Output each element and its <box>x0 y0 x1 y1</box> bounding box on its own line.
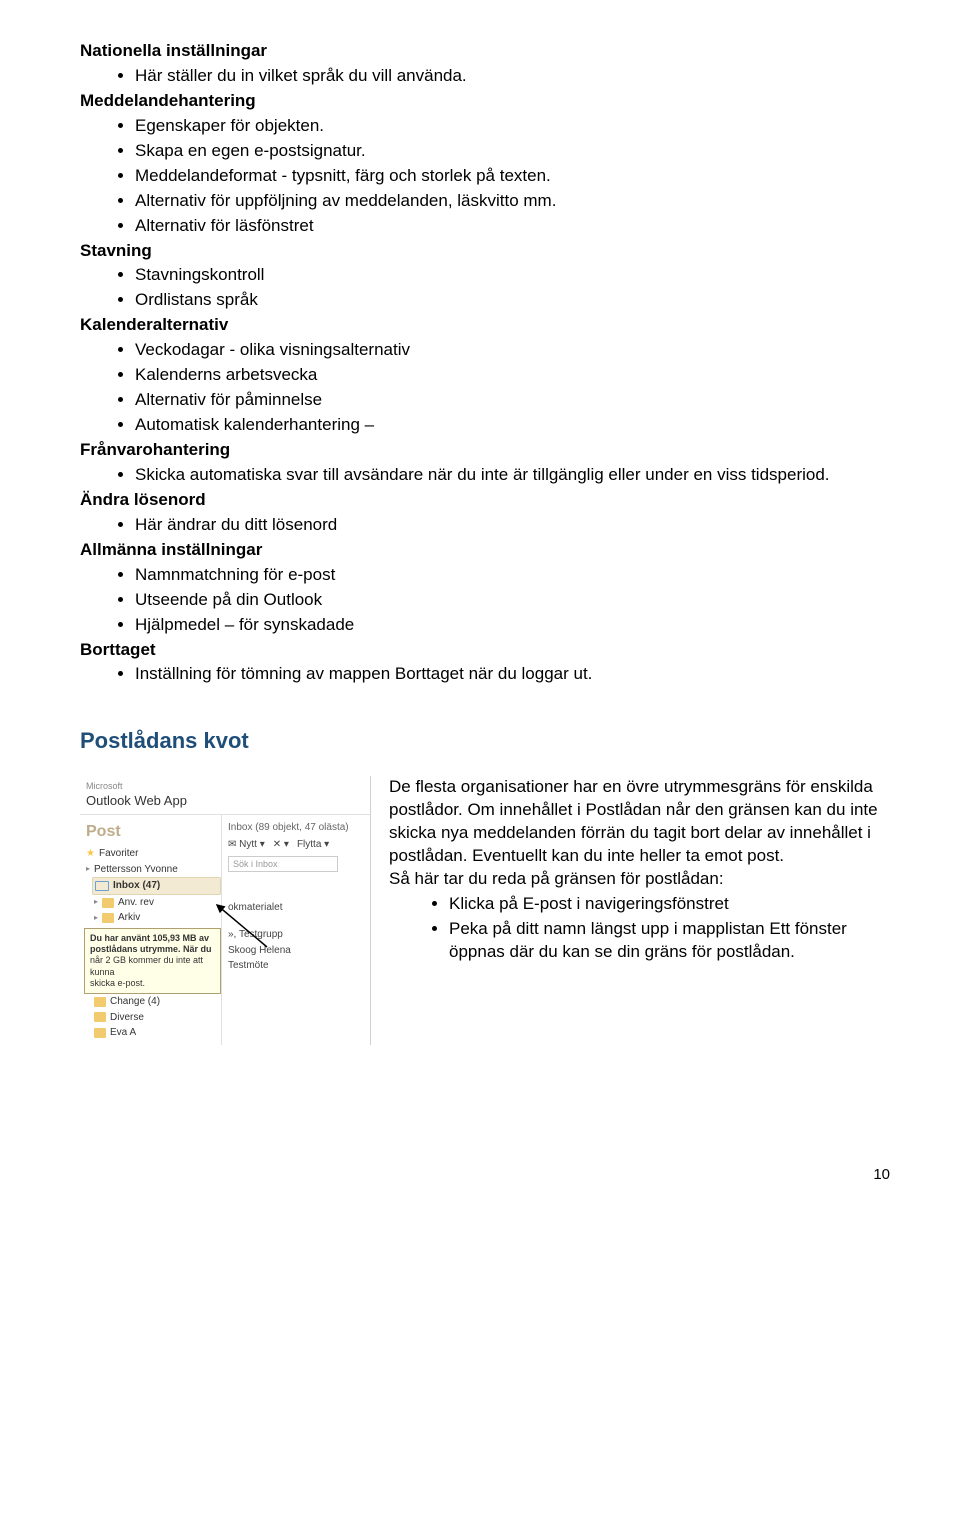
list-item[interactable]: okmaterialet <box>228 900 364 916</box>
list-item: Alternativ för läsfönstret <box>135 215 900 238</box>
tooltip-line: postlådans utrymme. När du <box>90 944 212 954</box>
page-number: 10 <box>80 1165 900 1185</box>
inbox-node[interactable]: Inbox (47) <box>92 877 221 895</box>
list-item: Stavningskontroll <box>135 264 900 287</box>
caret-icon: ▸ <box>94 913 98 924</box>
search-input[interactable]: Sök i Inbox <box>228 856 338 872</box>
user-node[interactable]: ▸ Pettersson Yvonne <box>84 862 221 878</box>
owa-logo-text: Outlook Web App <box>86 792 187 810</box>
post-section-label: Post <box>84 819 221 847</box>
toolbar-delete[interactable]: ✕ ▾ <box>273 838 289 852</box>
list-item: Kalenderns arbetsvecka <box>135 364 900 387</box>
kvot-description: De flesta organisationer har en övre utr… <box>389 776 900 966</box>
list-item: Egenskaper för objekten. <box>135 115 900 138</box>
toolbar-new[interactable]: ✉ Nytt ▾ <box>228 838 265 852</box>
folder-label: Change (4) <box>110 995 160 1009</box>
heading-meddelande: Meddelandehantering <box>80 90 900 113</box>
folder-item[interactable]: ▸ Anv. rev <box>92 895 221 911</box>
folder-icon <box>94 1028 106 1038</box>
inbox-label: Inbox (47) <box>113 879 160 893</box>
folder-item[interactable]: Diverse <box>92 1010 221 1026</box>
favorites-item[interactable]: ★ Favoriter <box>84 846 221 862</box>
folder-label: Arkiv <box>118 911 140 925</box>
ms-logo-text: Microsoft <box>86 780 187 792</box>
folder-icon <box>102 898 114 908</box>
heading-stavning: Stavning <box>80 240 900 263</box>
kvot-paragraph-2: Så här tar du reda på gränsen för postlå… <box>389 868 900 891</box>
list-allmanna: Namnmatchning för e-post Utseende på din… <box>80 564 900 637</box>
kvot-paragraph-1: De flesta organisationer har en övre utr… <box>389 776 900 868</box>
folder-label: Diverse <box>110 1011 144 1025</box>
folder-item[interactable]: ▸ Arkiv <box>92 910 221 926</box>
list-item: Klicka på E-post i navigeringsfönstret <box>449 893 900 916</box>
list-item: Meddelandeformat - typsnitt, färg och st… <box>135 165 900 188</box>
kvot-steps-list: Klicka på E-post i navigeringsfönstret P… <box>389 893 900 964</box>
inbox-icon <box>95 881 109 891</box>
user-label: Pettersson Yvonne <box>94 863 178 877</box>
list-item: Peka på ditt namn längst upp i mapplista… <box>449 918 900 964</box>
list-item: Veckodagar - olika visningsalternativ <box>135 339 900 362</box>
tooltip-line: skicka e-post. <box>90 978 145 988</box>
section-nationella: Nationella inställningar Här ställer du … <box>80 40 900 88</box>
list-losenord: Här ändrar du ditt lösenord <box>80 514 900 537</box>
heading-kalender: Kalenderalternativ <box>80 314 900 337</box>
list-item: Utseende på din Outlook <box>135 589 900 612</box>
heading-losenord: Ändra lösenord <box>80 489 900 512</box>
outlook-screenshot: Microsoft Outlook Web App Post ★ Favorit… <box>80 776 371 1045</box>
list-item: Ordlistans språk <box>135 289 900 312</box>
caret-icon: ▸ <box>86 864 90 875</box>
list-nationella: Här ställer du in vilket språk du vill a… <box>80 65 900 88</box>
section-borttaget: Borttaget Inställning för tömning av map… <box>80 639 900 687</box>
section-losenord: Ändra lösenord Här ändrar du ditt löseno… <box>80 489 900 537</box>
favorites-label: Favoriter <box>99 847 138 861</box>
list-item: Skicka automatiska svar till avsändare n… <box>135 464 900 487</box>
section-allmanna: Allmänna inställningar Namnmatchning för… <box>80 539 900 637</box>
list-stavning: Stavningskontroll Ordlistans språk <box>80 264 900 312</box>
heading-franvaro: Frånvarohantering <box>80 439 900 462</box>
section-franvaro: Frånvarohantering Skicka automatiska sva… <box>80 439 900 487</box>
list-item[interactable]: Skoog Helena <box>228 943 364 959</box>
caret-icon: ▸ <box>94 897 98 908</box>
heading-postladans-kvot: Postlådans kvot <box>80 726 900 756</box>
list-franvaro: Skicka automatiska svar till avsändare n… <box>80 464 900 487</box>
folder-icon <box>102 913 114 923</box>
section-kalender: Kalenderalternativ Veckodagar - olika vi… <box>80 314 900 437</box>
list-item[interactable]: Testmöte <box>228 958 364 974</box>
folder-label: Eva A <box>110 1026 136 1040</box>
list-item: Hjälpmedel – för synskadade <box>135 614 900 637</box>
list-kalender: Veckodagar - olika visningsalternativ Ka… <box>80 339 900 437</box>
list-item: Inställning för tömning av mappen Bortta… <box>135 663 900 686</box>
list-item: Här ändrar du ditt lösenord <box>135 514 900 537</box>
section-stavning: Stavning Stavningskontroll Ordlistans sp… <box>80 240 900 313</box>
list-item: Här ställer du in vilket språk du vill a… <box>135 65 900 88</box>
list-item: Alternativ för uppföljning av meddelande… <box>135 190 900 213</box>
inbox-header: Inbox (89 objekt, 47 olästa) <box>228 819 364 837</box>
kvot-two-column: Microsoft Outlook Web App Post ★ Favorit… <box>80 776 900 1045</box>
folder-item[interactable]: Eva A <box>92 1025 221 1041</box>
tooltip-line: Du har använt 105,93 MB av <box>90 933 209 943</box>
list-item: Namnmatchning för e-post <box>135 564 900 587</box>
heading-nationella: Nationella inställningar <box>80 40 900 63</box>
quota-tooltip: Du har använt 105,93 MB av postlådans ut… <box>84 928 221 994</box>
list-meddelande: Egenskaper för objekten. Skapa en egen e… <box>80 115 900 238</box>
heading-allmanna: Allmänna inställningar <box>80 539 900 562</box>
list-item: Automatisk kalenderhantering – <box>135 414 900 437</box>
heading-borttaget: Borttaget <box>80 639 900 662</box>
folder-label: Anv. rev <box>118 896 154 910</box>
toolbar-move[interactable]: Flytta ▾ <box>297 838 329 852</box>
folder-item[interactable]: Change (4) <box>92 994 221 1010</box>
folder-icon <box>94 997 106 1007</box>
list-item: Skapa en egen e-postsignatur. <box>135 140 900 163</box>
folder-icon <box>94 1012 106 1022</box>
list-item: Alternativ för påminnelse <box>135 389 900 412</box>
list-item[interactable]: », Testgrupp <box>228 927 364 943</box>
list-borttaget: Inställning för tömning av mappen Bortta… <box>80 663 900 686</box>
section-meddelande: Meddelandehantering Egenskaper för objek… <box>80 90 900 238</box>
star-icon: ★ <box>86 847 95 861</box>
tooltip-line: når 2 GB kommer du inte att kunna <box>90 955 203 976</box>
